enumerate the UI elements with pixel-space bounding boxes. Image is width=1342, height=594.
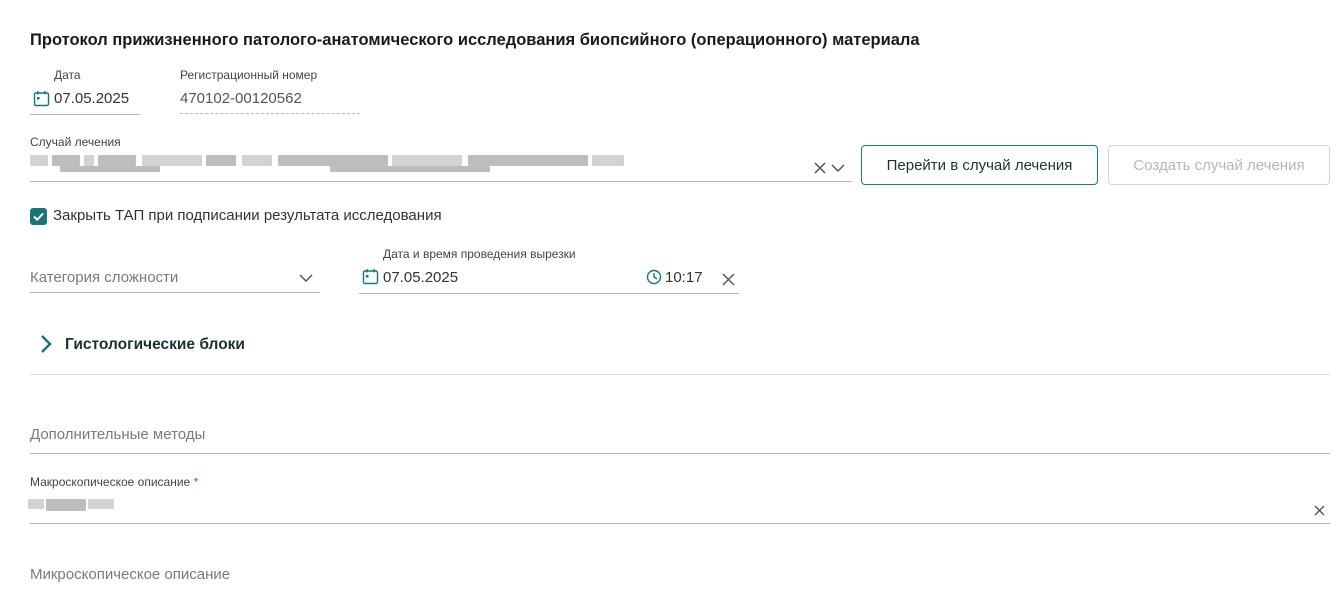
chevron-right-icon bbox=[41, 335, 52, 353]
cutting-underline bbox=[359, 293, 739, 294]
micro-description-field[interactable]: Микроскопическое описание bbox=[30, 560, 1330, 590]
treatment-case-underline bbox=[30, 181, 852, 182]
chevron-down-icon[interactable] bbox=[830, 160, 846, 176]
cutting-date-value: 07.05.2025 bbox=[383, 269, 459, 286]
macro-description-underline bbox=[30, 523, 1330, 524]
date-underline bbox=[30, 114, 140, 115]
clock-icon[interactable] bbox=[646, 269, 662, 285]
check-icon bbox=[33, 212, 44, 222]
treatment-case-value-redacted bbox=[30, 152, 630, 178]
close-tap-checkbox[interactable] bbox=[30, 208, 47, 225]
reg-number-value: 470102-00120562 bbox=[180, 90, 302, 107]
date-value: 07.05.2025 bbox=[54, 90, 130, 107]
reg-number-underline bbox=[180, 113, 360, 114]
close-icon[interactable] bbox=[1313, 504, 1326, 517]
histology-blocks-toggle[interactable]: Гистологические блоки bbox=[38, 332, 298, 358]
create-treatment-case-button[interactable]: Создать случай лечения bbox=[1108, 145, 1330, 185]
macro-description-value-redacted bbox=[28, 499, 118, 511]
macro-description-label: Макроскопическое описание * bbox=[30, 475, 198, 489]
macro-description-label-text: Макроскопическое описание bbox=[30, 475, 191, 489]
reg-number-label: Регистрационный номер bbox=[180, 68, 318, 82]
macro-description-field[interactable] bbox=[28, 492, 1330, 524]
additional-methods-placeholder: Дополнительные методы bbox=[30, 426, 206, 443]
close-icon[interactable] bbox=[721, 272, 736, 287]
cutting-datetime-field[interactable]: 07.05.2025 10:17 bbox=[359, 264, 739, 294]
close-icon[interactable] bbox=[812, 160, 828, 176]
histology-blocks-title: Гистологические блоки bbox=[65, 336, 245, 353]
additional-methods-underline bbox=[30, 453, 1330, 454]
complexity-category-placeholder: Категория сложности bbox=[30, 269, 179, 286]
date-field[interactable]: 07.05.2025 bbox=[30, 87, 140, 115]
page-title: Протокол прижизненного патолого-анатомич… bbox=[30, 31, 920, 49]
treatment-case-select[interactable] bbox=[30, 150, 852, 182]
complexity-category-select[interactable]: Категория сложности bbox=[30, 262, 320, 294]
micro-description-placeholder: Микроскопическое описание bbox=[30, 566, 231, 583]
required-mark: * bbox=[193, 475, 199, 489]
calendar-icon[interactable] bbox=[362, 268, 379, 285]
calendar-icon[interactable] bbox=[33, 90, 50, 107]
cutting-datetime-label: Дата и время проведения вырезки bbox=[383, 247, 576, 261]
chevron-down-icon[interactable] bbox=[298, 270, 314, 286]
go-to-treatment-case-button[interactable]: Перейти в случай лечения bbox=[861, 145, 1098, 185]
additional-methods-field[interactable]: Дополнительные методы bbox=[30, 420, 1330, 454]
cutting-time-value: 10:17 bbox=[665, 269, 703, 286]
treatment-case-label: Случай лечения bbox=[30, 135, 121, 149]
complexity-underline bbox=[30, 292, 320, 293]
date-label: Дата bbox=[54, 68, 81, 82]
close-tap-label[interactable]: Закрыть ТАП при подписании результата ис… bbox=[53, 207, 442, 224]
section-divider bbox=[30, 374, 1330, 375]
